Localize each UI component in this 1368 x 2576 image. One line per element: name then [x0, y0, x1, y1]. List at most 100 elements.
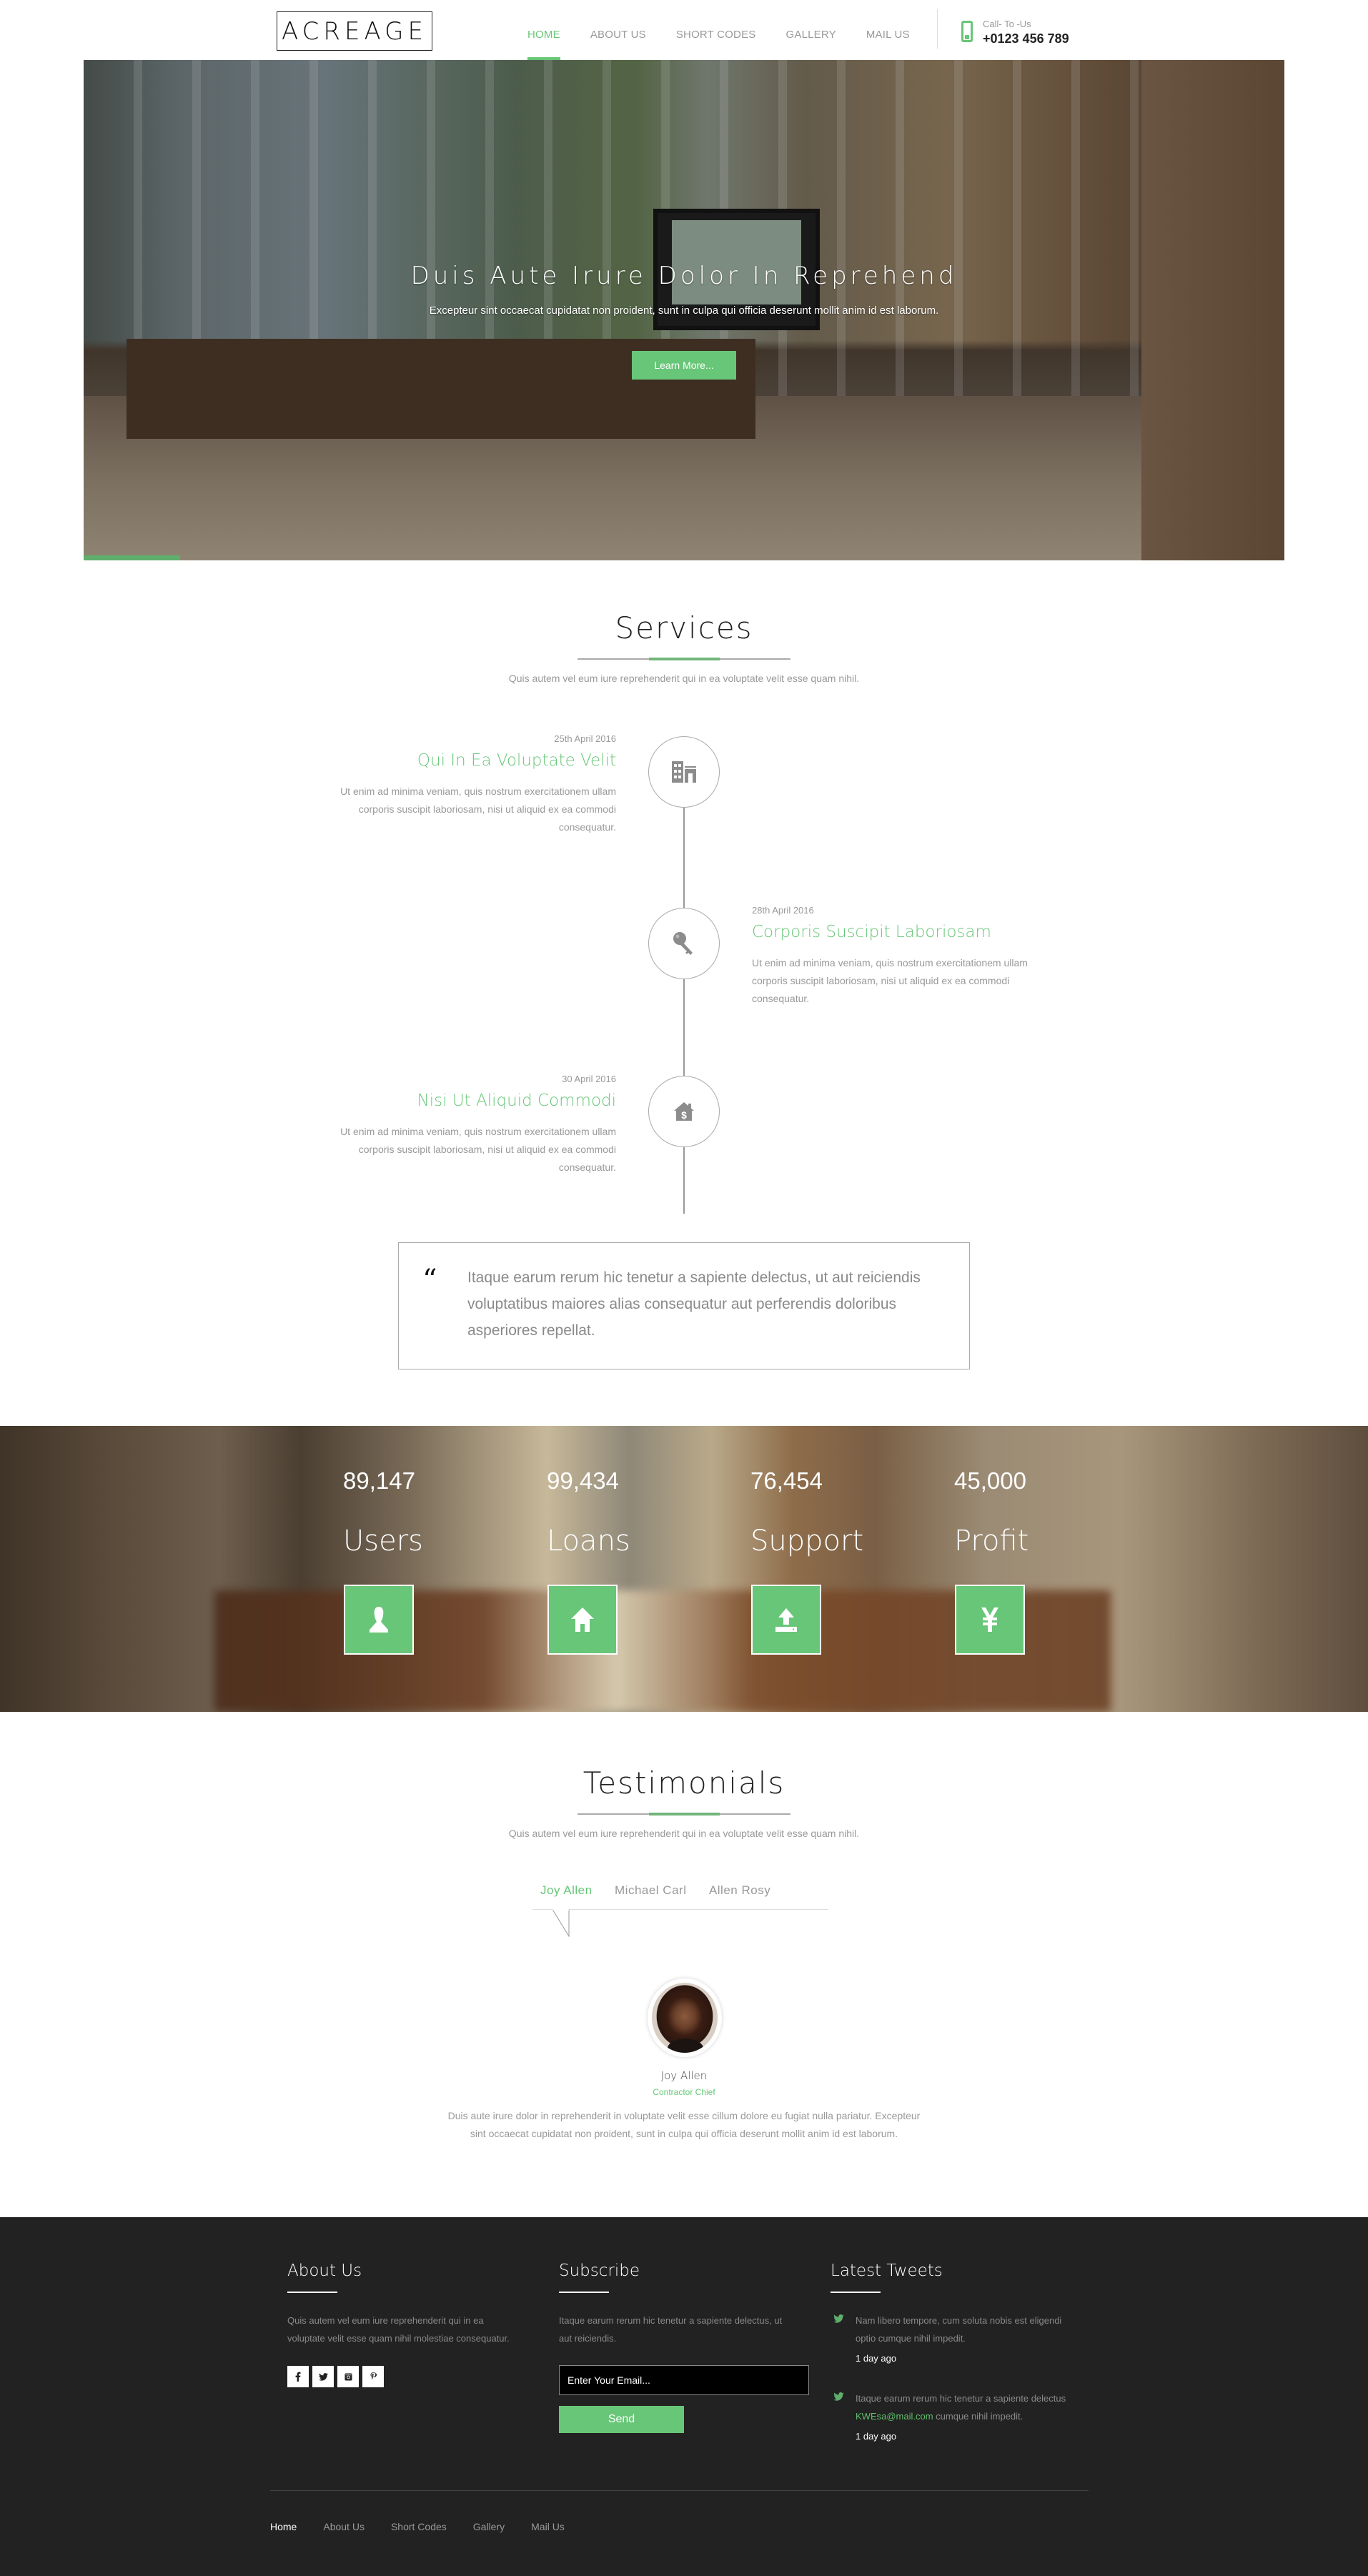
footer-tweets-title: Latest Tweets [831, 2262, 943, 2280]
footer-nav-mail-us[interactable]: Mail Us [531, 2521, 565, 2532]
tweet-email-link[interactable]: KWEsa@mail.com [856, 2411, 933, 2422]
timeline-node-2 [648, 908, 720, 979]
testimonials-subtitle: Quis autem vel eum iure reprehenderit qu… [508, 1828, 860, 1839]
nav-gallery[interactable]: GALLERY [786, 29, 836, 60]
nav-short-codes[interactable]: SHORT CODES [676, 29, 756, 60]
social-links [287, 2366, 523, 2387]
stat-label: Loans [547, 1525, 630, 1557]
timeline-item: 30 April 2016 Nisi Ut Aliquid Commodi Ut… [309, 1074, 616, 1176]
timeline-heading[interactable]: Qui In Ea Voluptate Velit [309, 751, 616, 770]
tweet-time: 1 day ago [856, 2431, 897, 2442]
tweet-item: Itaque earum rerum hic tenetur a sapient… [831, 2389, 1066, 2442]
user-icon [370, 1607, 388, 1633]
footer-divider [270, 2490, 1089, 2491]
tab-michael-carl[interactable]: Michael Carl [615, 1883, 686, 1898]
timeline-date: 28th April 2016 [752, 905, 814, 916]
stat-label: Users [343, 1525, 424, 1557]
footer-about: About Us Quis autem vel eum iure reprehe… [287, 2262, 523, 2387]
nav-home[interactable]: HOME [527, 29, 560, 60]
tweet-time: 1 day ago [856, 2353, 897, 2364]
stat-support: 76,454 Support [750, 1467, 864, 1655]
active-tab-pointer [552, 1909, 570, 1938]
hero-banner: Duis Aute Irure Dolor In Reprehend Excep… [84, 60, 1284, 560]
quote-box: “ Itaque earum rerum hic tenetur a sapie… [398, 1242, 970, 1369]
email-input[interactable] [559, 2365, 809, 2395]
mobile-phone-icon [961, 21, 973, 42]
twitter-bird-icon [833, 2314, 844, 2323]
footer-nav-short-codes[interactable]: Short Codes [391, 2521, 447, 2532]
timeline-heading[interactable]: Corporis Suscipit Laboriosam [752, 923, 1059, 941]
stat-loans: 99,434 Loans [547, 1467, 630, 1655]
tab-allen-rosy[interactable]: Allen Rosy [709, 1883, 770, 1898]
key-icon [673, 932, 693, 955]
stat-value: 99,434 [547, 1467, 619, 1494]
services-subtitle: Quis autem vel eum iure reprehenderit qu… [508, 673, 860, 684]
footer-title-rule [831, 2292, 881, 2293]
call-number[interactable]: +0123 456 789 [983, 31, 1069, 46]
tweet-text: Itaque earum rerum hic tenetur a sapient… [856, 2389, 1066, 2425]
footer-nav-about-us[interactable]: About Us [323, 2521, 365, 2532]
title-divider [578, 1813, 790, 1815]
pinterest-icon[interactable] [362, 2366, 384, 2387]
hero-title: Duis Aute Irure Dolor In Reprehend [410, 262, 958, 290]
facebook-icon[interactable] [287, 2366, 309, 2387]
send-button[interactable]: Send [559, 2406, 684, 2433]
nav-mail-us[interactable]: MAIL US [866, 29, 910, 60]
footer-nav-gallery[interactable]: Gallery [473, 2521, 505, 2532]
stat-icon-box[interactable] [955, 1585, 1025, 1655]
twitter-icon[interactable] [312, 2366, 334, 2387]
timeline-node-3: $ [648, 1076, 720, 1147]
services-title: Services [615, 610, 753, 645]
home-icon [571, 1607, 594, 1632]
avatar-photo [652, 1983, 718, 2053]
hero-content: Duis Aute Irure Dolor In Reprehend Excep… [84, 262, 1284, 380]
footer-about-title: About Us [287, 2262, 362, 2280]
timeline-heading[interactable]: Nisi Ut Aliquid Commodi [309, 1091, 616, 1110]
tweet-text: Nam libero tempore, cum soluta nobis est… [856, 2315, 1062, 2344]
site-footer: About Us Quis autem vel eum iure reprehe… [0, 2217, 1368, 2576]
footer-nav-home[interactable]: Home [270, 2521, 297, 2532]
nav-about-us[interactable]: ABOUT US [590, 29, 646, 60]
testimonial-role: Contractor Chief [653, 2087, 715, 2097]
timeline-text: Ut enim ad minima veniam, quis nostrum e… [340, 1126, 616, 1173]
twitter-bird-icon [833, 2392, 844, 2401]
header-divider [937, 9, 938, 49]
instagram-icon[interactable] [337, 2366, 359, 2387]
hero-subtitle: Excepteur sint occaecat cupidatat non pr… [429, 304, 939, 317]
timeline-item: 25th April 2016 Qui In Ea Voluptate Veli… [309, 733, 616, 836]
tab-joy-allen[interactable]: Joy Allen [540, 1883, 593, 1898]
stat-icon-box[interactable] [547, 1585, 618, 1655]
testimonials-title: Testimonials [583, 1765, 785, 1800]
testimonials-section: Testimonials Quis autem vel eum iure rep… [0, 1712, 1368, 2217]
timeline-date: 30 April 2016 [562, 1074, 616, 1084]
quote-text: Itaque earum rerum hic tenetur a sapient… [467, 1269, 921, 1339]
testimonial-name: Joy Allen [660, 2069, 708, 2082]
upload-icon [775, 1608, 797, 1632]
timeline-item: 28th April 2016 Corporis Suscipit Labori… [752, 905, 1059, 1008]
footer-title-rule [559, 2292, 609, 2293]
footer-subscribe: Subscribe Itaque earum rerum hic tenetur… [559, 2262, 809, 2433]
stat-label: Support [750, 1525, 864, 1557]
site-logo[interactable]: ACREAGE [277, 11, 432, 51]
svg-text:$: $ [681, 1109, 687, 1121]
footer-subscribe-title: Subscribe [559, 2262, 640, 2280]
stat-users: 89,147 Users [343, 1467, 424, 1655]
stats-section: 89,147 Users 99,434 Loans 76,454 Support [0, 1426, 1368, 1712]
footer-tweets: Latest Tweets Nam libero tempore, cum so… [831, 2262, 1066, 2442]
timeline-line [683, 776, 685, 1214]
main-nav: HOME ABOUT US SHORT CODES GALLERY MAIL U… [527, 29, 940, 60]
learn-more-button[interactable]: Learn More... [632, 351, 736, 380]
stat-icon-box[interactable] [344, 1585, 414, 1655]
tweet-item: Nam libero tempore, cum soluta nobis est… [831, 2312, 1066, 2364]
footer-title-rule [287, 2292, 337, 2293]
call-label: Call- To -Us [983, 19, 1031, 29]
stat-value: 45,000 [954, 1467, 1026, 1494]
testimonial-tabs: Joy Allen Michael Carl Allen Rosy [540, 1883, 826, 1898]
quote-icon: “ [422, 1264, 437, 1297]
tweet-text-part: Itaque earum rerum hic tenetur a sapient… [856, 2393, 1066, 2404]
timeline-node-1 [648, 736, 720, 808]
footer-about-text: Quis autem vel eum iure reprehenderit qu… [287, 2315, 510, 2344]
stat-icon-box[interactable] [751, 1585, 821, 1655]
testimonial-text: Duis aute irure dolor in reprehenderit i… [447, 2110, 921, 2139]
stat-profit: 45,000 Profit [954, 1467, 1029, 1655]
